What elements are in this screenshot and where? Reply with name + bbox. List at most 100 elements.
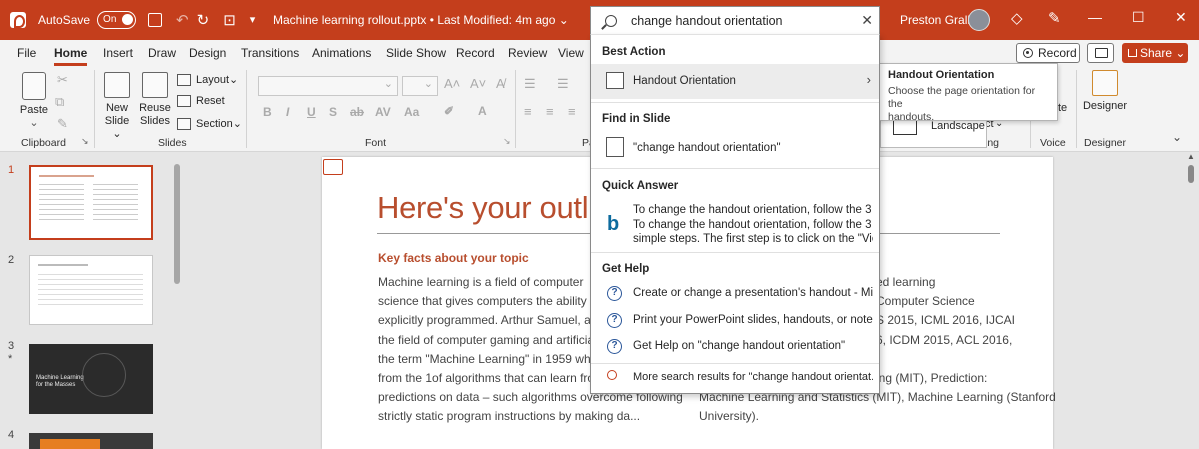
group-label-designer: Designer <box>1084 137 1127 149</box>
avatar[interactable] <box>968 9 990 31</box>
align-center-icon[interactable]: ≡ <box>546 104 554 119</box>
dictate-button-partial[interactable]: te <box>1058 102 1067 114</box>
document-title[interactable]: Machine learning rollout.pptx • Last Mod… <box>273 13 569 27</box>
font-color-icon[interactable]: A <box>478 104 487 118</box>
underline-icon[interactable]: U <box>307 105 316 119</box>
quick-answer-item[interactable]: b To change the handout orientation, fol… <box>591 199 879 251</box>
filename: Machine learning rollout.pptx <box>273 13 427 27</box>
minimize-icon[interactable]: — <box>1088 10 1102 24</box>
section-button[interactable]: Section ⌄ <box>177 117 242 130</box>
tab-slide-show[interactable]: Slide Show <box>386 46 446 60</box>
record-icon <box>1023 48 1033 58</box>
save-icon[interactable] <box>148 13 163 27</box>
numbering-icon[interactable]: ☰ <box>557 76 569 92</box>
cut-icon[interactable]: ✂ <box>57 72 68 88</box>
maximize-icon[interactable]: ☐ <box>1132 10 1145 24</box>
dialog-launcher-icon[interactable]: ↘ <box>81 136 89 147</box>
bullets-icon[interactable]: ☰ <box>524 76 536 92</box>
handout-orientation-icon <box>606 72 624 89</box>
slide-thumbnail-2[interactable] <box>29 255 153 325</box>
find-in-slide-header: Find in Slide <box>602 113 671 125</box>
strikethrough-icon[interactable]: ab <box>350 105 364 119</box>
designer-icon <box>1092 70 1118 96</box>
diamond-icon[interactable]: ◇ <box>1011 11 1023 26</box>
get-help-header: Get Help <box>602 263 650 275</box>
pen-icon[interactable]: ✎ <box>1048 11 1061 26</box>
reuse-slides-icon <box>142 72 168 98</box>
slide-thumbnail-3[interactable]: Machine Learning for the Masses <box>29 344 153 414</box>
tab-view[interactable]: View <box>558 46 584 60</box>
slide-comment-icon[interactable] <box>323 159 343 175</box>
font-name-field[interactable] <box>258 76 398 96</box>
italic-icon[interactable]: I <box>286 105 289 119</box>
chevron-down-icon: ⌄ <box>558 13 569 27</box>
font-dialog-launcher-icon[interactable]: ↘ <box>503 136 511 147</box>
slide-thumbnail-1[interactable] <box>29 165 153 240</box>
record-button[interactable]: Record <box>1016 43 1080 63</box>
tab-design[interactable]: Design <box>189 46 226 60</box>
slide-thumbnail-4[interactable] <box>29 433 153 449</box>
share-icon <box>1128 49 1137 57</box>
new-slide-button[interactable]: New Slide ⌄ <box>100 72 134 141</box>
character-spacing-icon[interactable]: AV <box>375 105 391 119</box>
find-slide-icon <box>606 137 624 157</box>
best-action-header: Best Action <box>602 46 666 58</box>
group-label-slides: Slides <box>158 137 187 149</box>
reuse-slides-button[interactable]: Reuse Slides <box>138 72 172 128</box>
search-box[interactable]: change handout orientation ✕ <box>590 6 880 34</box>
slide-subtitle[interactable]: Key facts about your topic <box>378 251 529 265</box>
slide-number-4: 4 <box>8 429 15 441</box>
tab-home[interactable]: Home <box>54 46 88 66</box>
new-slide-icon <box>104 72 130 98</box>
tab-file[interactable]: File <box>17 46 36 60</box>
redo-icon[interactable]: ↻ <box>197 13 210 28</box>
copy-icon[interactable]: ⧉ <box>55 94 64 110</box>
group-label-partial: ing <box>985 137 1000 149</box>
slide-scrollbar[interactable] <box>1188 165 1194 183</box>
tab-insert[interactable]: Insert <box>103 46 133 60</box>
clear-search-icon[interactable]: ✕ <box>861 12 873 29</box>
find-in-slide-item[interactable]: "change handout orientation" <box>591 132 879 164</box>
comments-button[interactable] <box>1087 43 1114 63</box>
font-size-field[interactable] <box>402 76 438 96</box>
tab-draw[interactable]: Draw <box>148 46 176 60</box>
help-item-1[interactable]: ? Create or change a presentation's hand… <box>591 282 879 306</box>
tab-animations[interactable]: Animations <box>312 46 371 60</box>
format-painter-icon[interactable]: ✎ <box>57 116 68 132</box>
tooltip: Handout Orientation Choose the page orie… <box>878 63 1058 123</box>
designer-button[interactable]: Designer <box>1082 70 1128 113</box>
help-item-2[interactable]: ? Print your PowerPoint slides, handouts… <box>591 309 879 333</box>
tab-review[interactable]: Review <box>508 46 547 60</box>
shrink-font-icon[interactable]: A˅ <box>470 76 486 91</box>
more-search-results[interactable]: More search results for "change handout … <box>591 366 879 390</box>
clear-formatting-icon[interactable]: A̸ <box>496 76 505 91</box>
tab-transitions[interactable]: Transitions <box>241 46 299 60</box>
user-name[interactable]: Preston Gralla <box>900 13 977 27</box>
align-right-icon[interactable]: ≡ <box>568 104 576 119</box>
shadow-icon[interactable]: S <box>329 105 337 119</box>
help-item-3[interactable]: ? Get Help on "change handout orientatio… <box>591 335 879 359</box>
align-left-icon[interactable]: ≡ <box>524 104 532 119</box>
slide-number-3: 3 <box>8 340 15 352</box>
reset-button[interactable]: Reset <box>177 95 225 107</box>
layout-button[interactable]: Layout ⌄ <box>177 73 238 86</box>
layout-icon <box>177 73 191 86</box>
paste-button[interactable]: Paste ⌄ <box>17 72 51 130</box>
autosave-toggle[interactable]: On <box>97 11 137 29</box>
close-icon[interactable]: ✕ <box>1175 10 1187 24</box>
collapse-ribbon-icon[interactable]: ⌄ <box>1172 130 1182 144</box>
grow-font-icon[interactable]: A˄ <box>444 76 460 91</box>
tab-record[interactable]: Record <box>456 46 495 60</box>
present-icon[interactable]: ⊡ <box>223 13 236 28</box>
scroll-up-icon[interactable]: ▲ <box>1187 152 1195 161</box>
customize-qat-icon[interactable]: ▾ <box>250 14 256 26</box>
change-case-icon[interactable]: Aa <box>404 105 419 119</box>
thumbnail-scrollbar[interactable] <box>174 164 180 284</box>
highlight-icon[interactable]: ✐ <box>444 104 454 118</box>
best-action-item[interactable]: Handout Orientation › <box>591 64 879 99</box>
share-button[interactable]: Share ⌄ <box>1122 43 1188 63</box>
slide-number-2: 2 <box>8 254 15 266</box>
undo-icon[interactable]: ↶ <box>176 13 189 28</box>
search-input[interactable]: change handout orientation <box>631 14 783 28</box>
bold-icon[interactable]: B <box>263 105 272 119</box>
